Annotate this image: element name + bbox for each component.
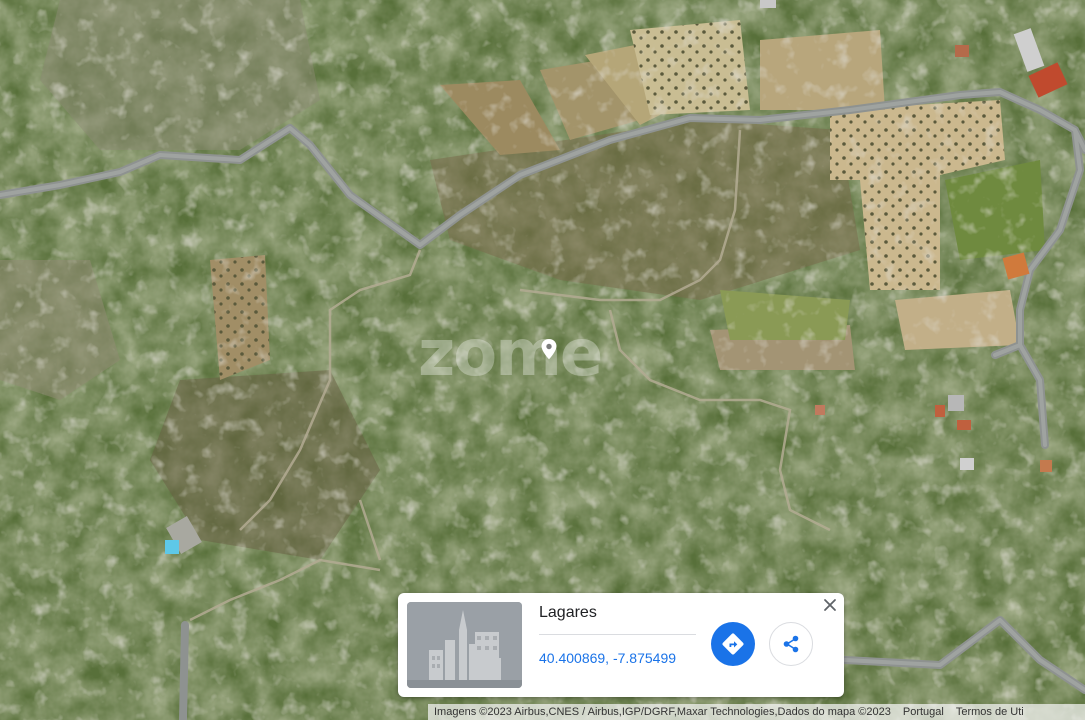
building-placeholder-icon — [407, 602, 522, 688]
watermark-text: zome — [418, 317, 603, 391]
share-icon — [783, 635, 799, 653]
terms-link[interactable]: Termos de Uti — [950, 706, 1030, 718]
imagery-attribution: Imagens ©2023 Airbus,CNES / Airbus,IGP/D… — [434, 706, 891, 718]
place-thumbnail[interactable] — [407, 602, 522, 688]
place-coordinates[interactable]: 40.400869, -7.875499 — [539, 650, 676, 666]
directions-button[interactable] — [711, 622, 755, 666]
directions-icon — [722, 633, 744, 655]
place-info-card[interactable]: Lagares 40.400869, -7.875499 — [398, 593, 844, 697]
map-attribution-bar: Imagens ©2023 Airbus,CNES / Airbus,IGP/D… — [428, 704, 1085, 720]
region-label: Portugal — [902, 706, 944, 718]
card-divider — [539, 634, 696, 635]
location-pin-icon[interactable] — [538, 338, 560, 360]
close-button[interactable] — [822, 597, 838, 613]
share-button[interactable] — [769, 622, 813, 666]
close-icon — [824, 599, 836, 611]
place-name: Lagares — [539, 604, 597, 621]
